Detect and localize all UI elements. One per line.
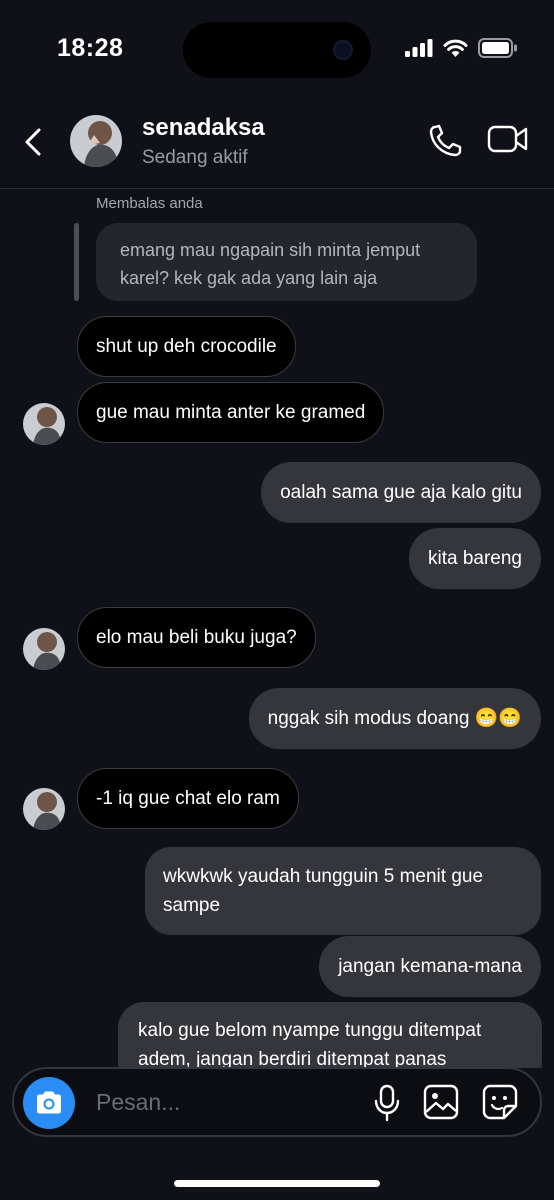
active-status: Sedang aktif <box>142 147 248 168</box>
camera-icon <box>37 1091 61 1114</box>
camera-button[interactable] <box>23 1077 75 1129</box>
message-outgoing[interactable]: oalah sama gue aja kalo gitu <box>261 462 541 523</box>
battery-icon <box>478 38 517 58</box>
message-outgoing[interactable]: wkwkwk yaudah tungguin 5 menit gue sampe <box>145 847 541 935</box>
message-clip: kalo gue belom nyampe tunggu ditempat ad… <box>118 1002 542 1068</box>
image-icon[interactable] <box>423 1084 459 1120</box>
header-divider <box>0 188 554 189</box>
reply-indicator <box>74 223 79 301</box>
message-composer <box>12 1067 542 1137</box>
status-time: 18:28 <box>57 34 124 62</box>
contact-name[interactable]: senadaksa <box>142 114 265 142</box>
message-outgoing[interactable]: jangan kemana-mana <box>319 936 541 997</box>
phone-icon[interactable] <box>428 124 464 158</box>
message-incoming[interactable]: shut up deh crocodile <box>77 316 296 377</box>
wifi-icon <box>443 39 468 57</box>
sender-avatar[interactable] <box>23 403 65 445</box>
chevron-left-icon[interactable] <box>24 128 42 156</box>
home-indicator[interactable] <box>174 1180 380 1187</box>
quoted-message[interactable]: emang mau ngapain sih minta jemput karel… <box>96 223 477 301</box>
dynamic-island <box>183 22 371 78</box>
video-camera-icon[interactable] <box>487 124 529 154</box>
status-icons <box>405 38 518 58</box>
message-incoming[interactable]: -1 iq gue chat elo ram <box>77 768 299 829</box>
sender-avatar[interactable] <box>23 788 65 830</box>
message-incoming[interactable]: gue mau minta anter ke gramed <box>77 382 385 443</box>
signal-icon <box>405 39 433 57</box>
message-outgoing[interactable]: kalo gue belom nyampe tunggu ditempat ad… <box>118 1002 542 1068</box>
front-camera-icon <box>333 40 353 60</box>
sender-avatar[interactable] <box>23 628 65 670</box>
contact-avatar[interactable] <box>70 115 122 167</box>
message-incoming[interactable]: elo mau beli buku juga? <box>77 607 316 668</box>
reply-label: Membalas anda <box>96 195 203 212</box>
microphone-icon[interactable] <box>373 1084 401 1122</box>
message-outgoing[interactable]: nggak sih modus doang 😁😁 <box>248 688 541 749</box>
message-input[interactable]: Pesan... <box>96 1089 180 1116</box>
sticker-icon[interactable] <box>482 1084 518 1120</box>
message-outgoing[interactable]: kita bareng <box>408 528 541 589</box>
